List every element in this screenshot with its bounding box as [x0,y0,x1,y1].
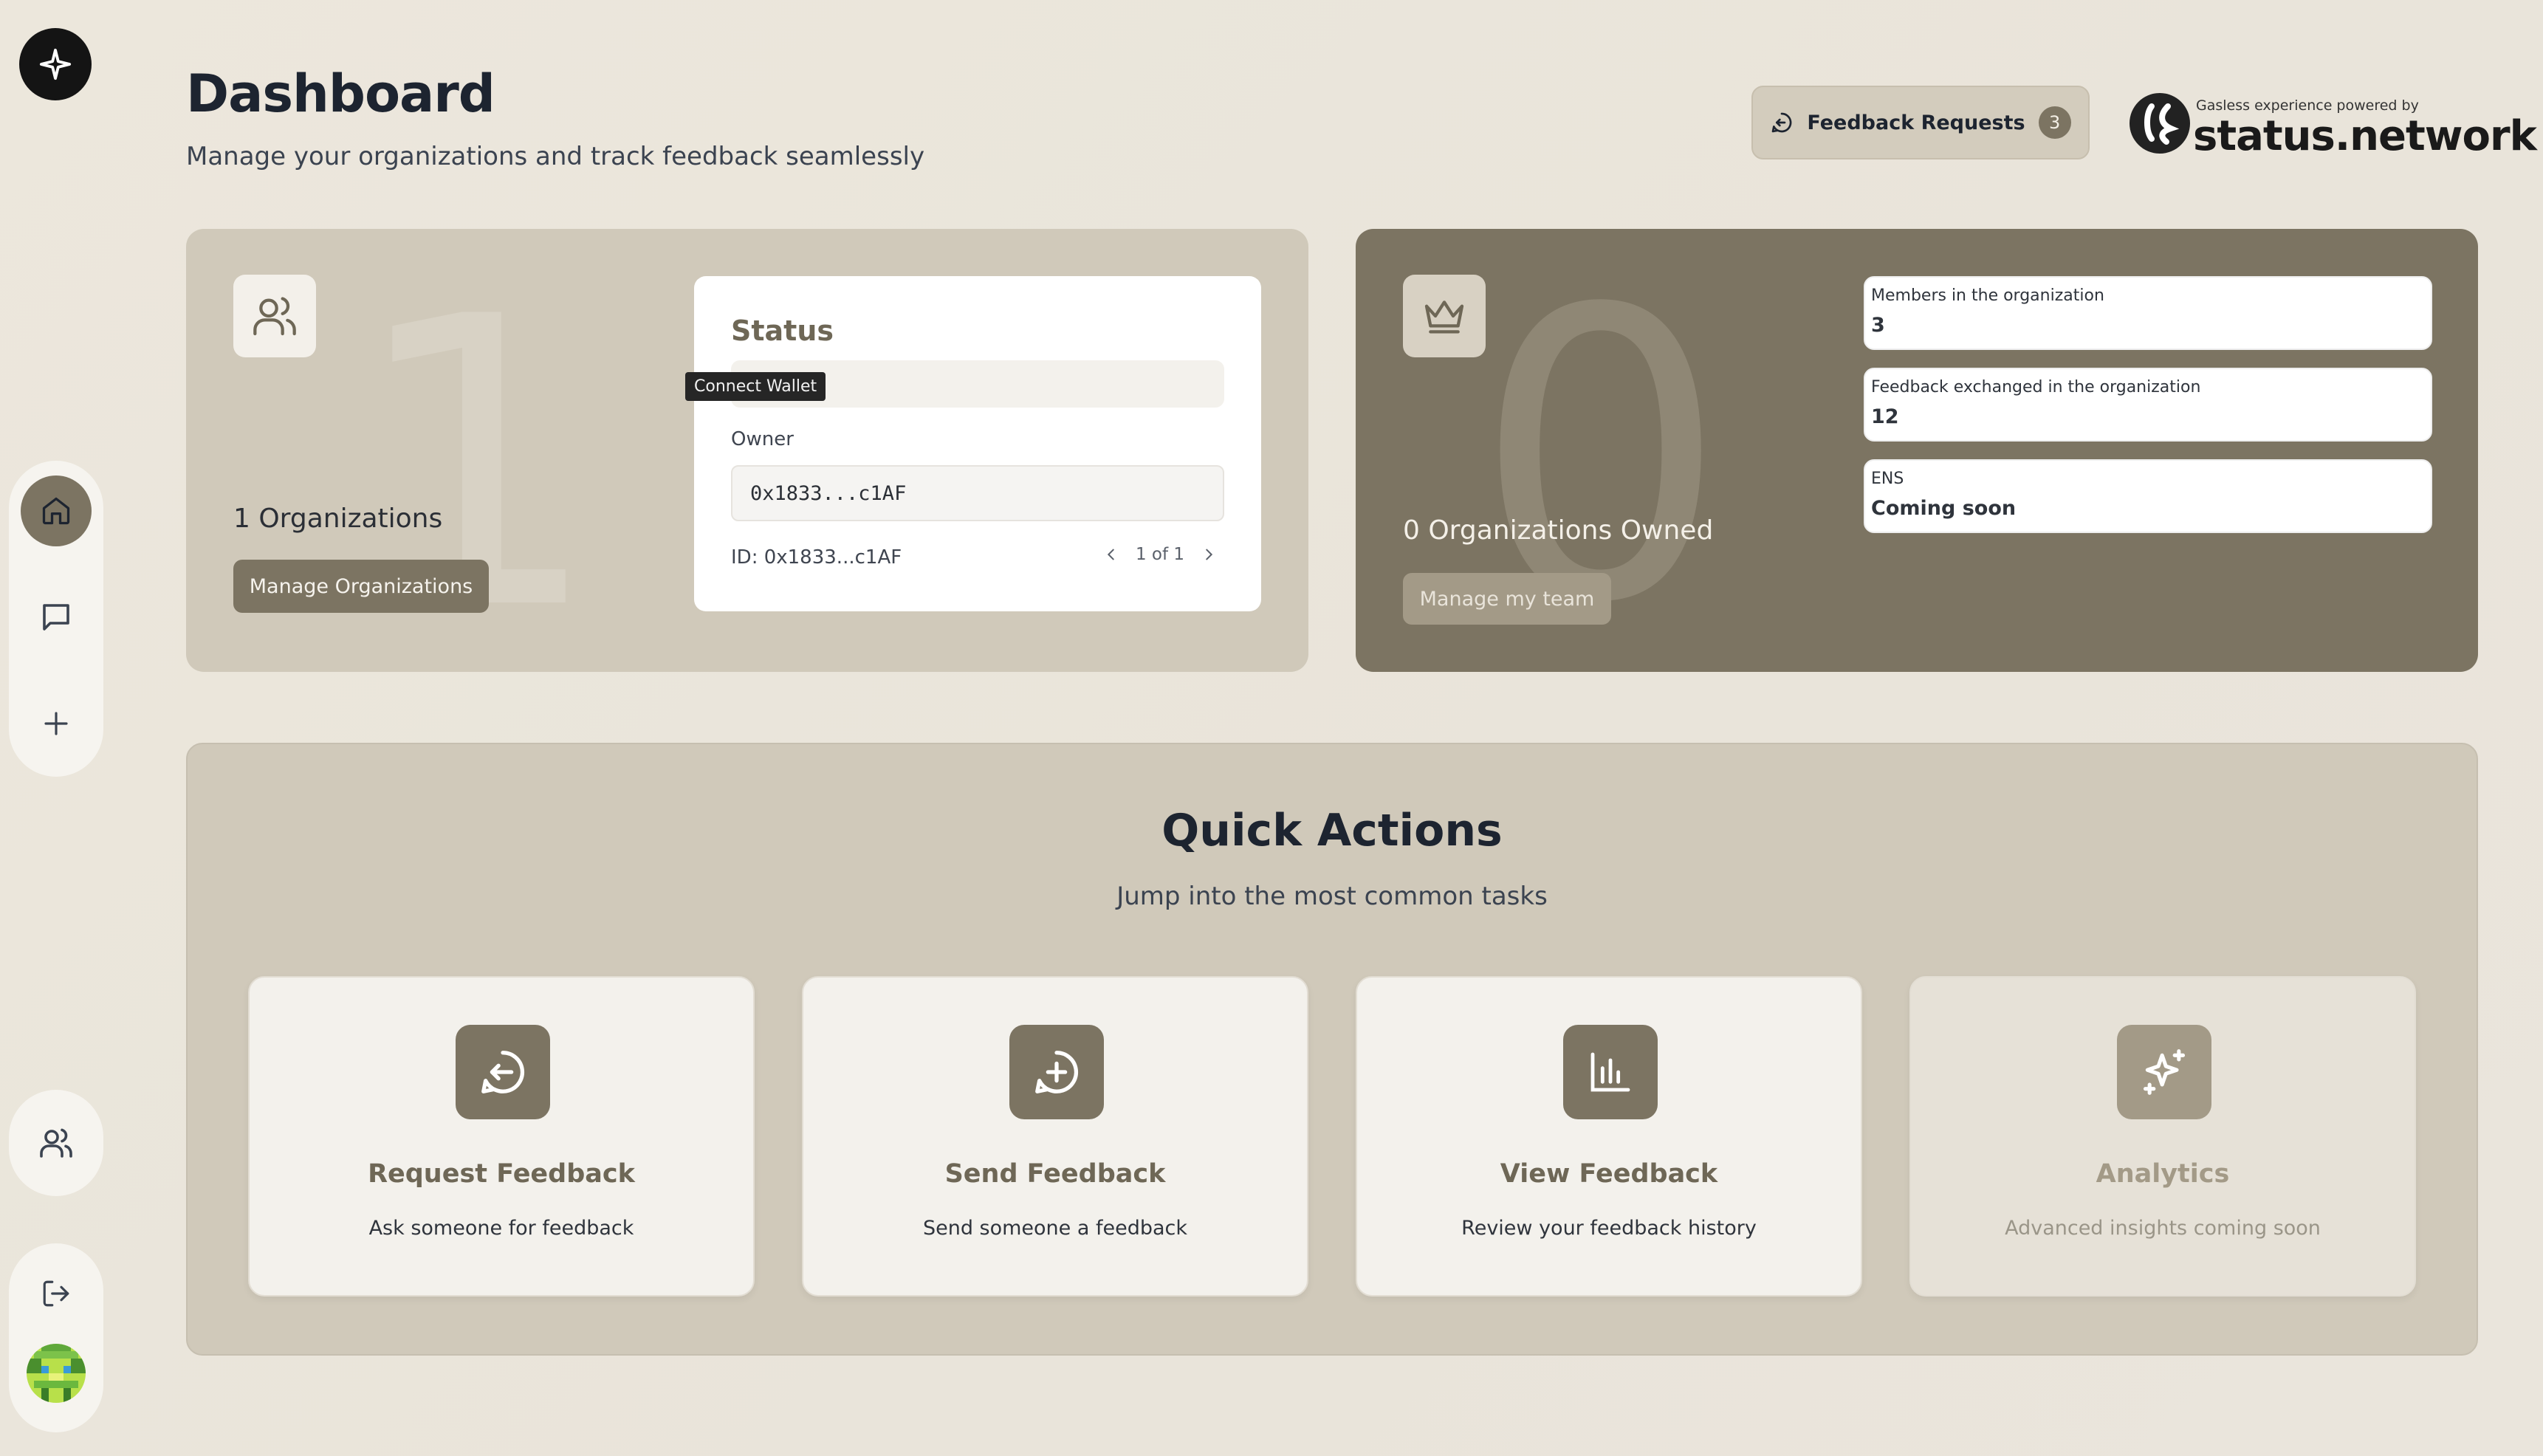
send-feedback-icon [1035,1051,1079,1093]
status-title: Status [731,315,834,347]
analytics-icon-tile [2117,1025,2211,1119]
send-feedback-icon-tile [1009,1025,1104,1119]
connect-wallet-tooltip: Connect Wallet [685,372,826,401]
chevron-left-icon[interactable] [1103,546,1119,563]
analytics-card: Analytics Advanced insights coming soon [1909,976,2416,1297]
stat-label: ENS [1871,470,1904,488]
chat-reply-icon [1772,112,1792,133]
request-feedback-icon-tile [456,1025,550,1119]
logout-button[interactable] [21,1258,92,1329]
crown-icon [1424,301,1464,334]
view-feedback-icon-tile [1563,1025,1658,1119]
feedback-requests-button[interactable]: Feedback Requests 3 [1751,86,2090,159]
action-description: Review your feedback history [1461,1217,1757,1240]
manage-my-team-button[interactable]: Manage my team [1403,573,1611,625]
app-logo-button[interactable] [19,28,92,100]
sidebar-team-nav [9,1090,103,1196]
app-root: Dashboard Manage your organizations and … [0,0,2543,1456]
page-subtitle: Manage your organizations and track feed… [186,142,925,171]
action-description: Send someone a feedback [922,1217,1188,1240]
page-title: Dashboard [186,63,495,124]
manage-organizations-button[interactable]: Manage Organizations [233,560,489,613]
organization-status-card: Status Connect Wallet Owner 0x1833...c1A… [685,276,1261,611]
owned-count-label: 0 Organizations Owned [1403,515,1714,546]
status-network-brand: Gasless experience powered by status.net… [2130,90,2537,160]
owned-icon-tile [1403,275,1486,357]
send-feedback-card[interactable]: Send Feedback Send someone a feedback [802,976,1308,1297]
request-feedback-card[interactable]: Request Feedback Ask someone for feedbac… [248,976,755,1297]
chat-icon [43,604,69,631]
logout-icon [43,1280,69,1307]
stat-feedback-exchanged: Feedback exchanged in the organization 1… [1864,368,2432,442]
view-feedback-card[interactable]: View Feedback Review your feedback histo… [1356,976,1862,1297]
status-pager: 1 of 1 [1103,545,1217,564]
action-description: Ask someone for feedback [368,1217,634,1240]
stat-ens: ENS Coming soon [1864,459,2432,533]
request-feedback-icon [481,1051,525,1093]
bar-chart-icon [1590,1052,1630,1092]
owned-organizations-card: 0 0 Organizations Owned Manage my team M… [1356,229,2478,672]
quick-actions-title: Quick Actions [1161,805,1503,856]
feedback-requests-label: Feedback Requests [1807,111,2025,134]
quick-actions-subtitle: Jump into the most common tasks [1116,882,1548,911]
stat-value: Coming soon [1871,497,2017,520]
sidebar-main-nav [9,461,103,777]
owner-label: Owner [731,428,794,450]
pager-text: 1 of 1 [1135,545,1184,564]
action-description: Advanced insights coming soon [2005,1217,2321,1240]
sparkle-icon [39,48,72,80]
sparkles-icon [2143,1049,2186,1095]
sidebar-item-feedback[interactable] [21,582,92,653]
sidebar-item-add[interactable] [21,688,92,759]
sidebar-item-team[interactable] [21,1108,92,1178]
stat-label: Members in the organization [1871,286,2104,305]
action-title: Send Feedback [944,1159,1166,1189]
action-title: Analytics [2096,1159,2230,1189]
organizations-card: 1 1 Organizations Manage Organizations S… [186,229,1308,672]
chevron-right-icon[interactable] [1201,546,1217,563]
brand-tagline: Gasless experience powered by [2196,97,2419,114]
stat-label: Feedback exchanged in the organization [1871,378,2201,396]
users-icon [253,297,296,336]
stat-value: 12 [1871,405,1899,428]
user-avatar[interactable] [27,1344,86,1403]
home-icon [42,497,70,525]
organizations-icon-tile [233,275,316,357]
organization-id-label: ID: 0x1833...c1AF [731,546,902,569]
action-title: Request Feedback [368,1159,635,1189]
owner-address-field[interactable]: 0x1833...c1AF [731,465,1224,521]
status-network-logo [2130,93,2190,154]
brand-name: status.network [2193,112,2537,160]
sidebar-item-home[interactable] [21,475,92,546]
quick-actions-panel: Quick Actions Jump into the most common … [186,743,2478,1356]
stat-members: Members in the organization 3 [1864,276,2432,350]
sidebar-account [9,1243,103,1432]
stat-value: 3 [1871,314,1885,337]
users-icon [40,1128,72,1158]
action-title: View Feedback [1500,1159,1718,1189]
plus-icon [44,712,68,735]
feedback-requests-count-badge: 3 [2038,106,2071,139]
organizations-count-label: 1 Organizations [233,504,443,534]
